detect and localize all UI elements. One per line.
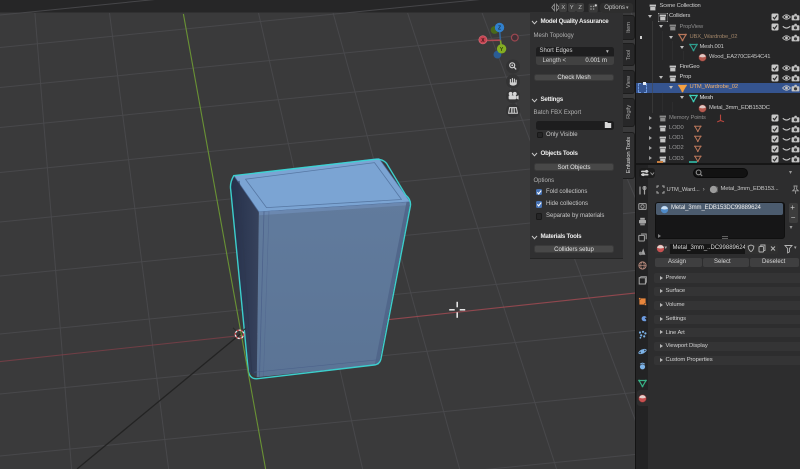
svg-text:Z: Z	[498, 26, 501, 32]
